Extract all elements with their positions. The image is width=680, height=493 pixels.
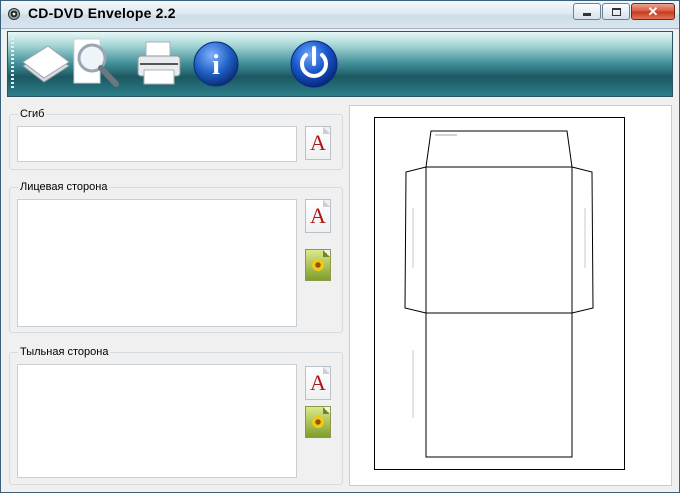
- back-font-button[interactable]: A: [305, 366, 331, 400]
- maximize-button[interactable]: [602, 3, 630, 20]
- print-button[interactable]: [134, 36, 184, 92]
- envelope-back: [425, 312, 573, 458]
- about-button[interactable]: i: [192, 36, 242, 92]
- info-icon: i: [193, 41, 239, 87]
- envelope-left-flap: [404, 166, 427, 314]
- title-bar[interactable]: CD-DVD Envelope 2.2 ✕: [1, 1, 679, 29]
- back-group: Тыльная сторона A: [9, 346, 343, 485]
- close-icon: ✕: [647, 4, 659, 19]
- envelope-outline: [404, 130, 594, 458]
- preview-button[interactable]: [72, 36, 122, 92]
- font-icon: A: [310, 370, 326, 395]
- exit-button[interactable]: [288, 36, 340, 92]
- font-icon: A: [310, 130, 326, 155]
- maximize-icon: [611, 7, 621, 16]
- preview-page: [374, 117, 625, 470]
- toolbar: i: [7, 31, 673, 97]
- front-group: Лицевая сторона A: [9, 181, 343, 333]
- envelope-right-flap: [571, 166, 594, 314]
- front-image-button[interactable]: [305, 249, 331, 281]
- app-window: CD-DVD Envelope 2.2 ✕ i Сгиб A Лицевая с…: [0, 0, 680, 493]
- page-corner-icon: [323, 407, 330, 414]
- page-corner-icon: [323, 200, 330, 207]
- fold-group: Сгиб A: [9, 108, 343, 170]
- page-corner-icon: [323, 367, 330, 374]
- back-image-button[interactable]: [305, 406, 331, 438]
- printer-icon: [137, 41, 181, 85]
- minimize-button[interactable]: [573, 3, 601, 20]
- font-icon: A: [310, 203, 326, 228]
- minimize-icon: [583, 13, 591, 16]
- toolbar-grip[interactable]: [11, 38, 14, 90]
- window-controls: ✕: [572, 3, 675, 20]
- envelope-front: [425, 166, 573, 314]
- page-corner-icon: [323, 127, 330, 134]
- window-title: CD-DVD Envelope 2.2: [28, 5, 176, 21]
- fold-font-button[interactable]: A: [305, 126, 331, 160]
- front-group-label: Лицевая сторона: [18, 181, 110, 193]
- power-icon: [290, 40, 338, 88]
- flower-image-icon: [311, 415, 325, 429]
- fold-text-input[interactable]: [17, 126, 297, 162]
- magnifier-icon: [73, 38, 119, 87]
- envelope-top-flap: [425, 130, 573, 168]
- flower-image-icon: [311, 258, 325, 272]
- new-document-button[interactable]: [20, 36, 72, 92]
- page-corner-icon: [323, 250, 330, 257]
- fold-group-label: Сгиб: [18, 108, 47, 120]
- close-button[interactable]: ✕: [631, 3, 675, 20]
- front-text-area[interactable]: [17, 199, 297, 327]
- front-font-button[interactable]: A: [305, 199, 331, 233]
- back-group-label: Тыльная сторона: [18, 346, 111, 358]
- app-disc-icon[interactable]: [8, 8, 20, 20]
- svg-text:i: i: [212, 50, 220, 81]
- preview-panel[interactable]: [349, 105, 672, 486]
- papers-icon: [22, 45, 70, 83]
- back-text-area[interactable]: [17, 364, 297, 478]
